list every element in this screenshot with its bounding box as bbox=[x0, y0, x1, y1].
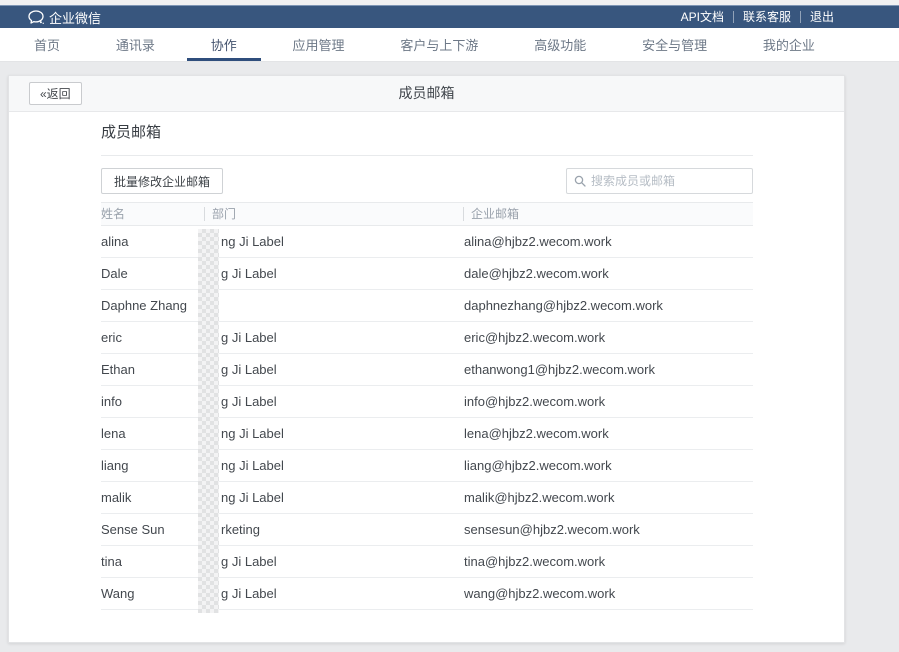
search-input[interactable] bbox=[591, 174, 745, 188]
email-cell: ethanwong1@hjbz2.wecom.work bbox=[463, 362, 753, 377]
email-cell: info@hjbz2.wecom.work bbox=[463, 394, 753, 409]
email-cell: eric@hjbz2.wecom.work bbox=[463, 330, 753, 345]
section-heading: 成员邮箱 bbox=[101, 112, 753, 156]
batch-edit-email-button[interactable]: 批量修改企业邮箱 bbox=[101, 168, 223, 194]
redaction-blur bbox=[198, 229, 219, 613]
department-cell: ng Ji Label bbox=[204, 234, 463, 249]
email-cell: lena@hjbz2.wecom.work bbox=[463, 426, 753, 441]
department-cell: ng Ji Label bbox=[204, 458, 463, 473]
panel-content: 成员邮箱 批量修改企业邮箱 姓名部门企业邮箱 alina ng Ji Label… bbox=[9, 112, 844, 610]
column-header: 姓名 bbox=[101, 203, 204, 225]
nav-tab-my-company[interactable]: 我的企业 bbox=[739, 28, 839, 61]
email-cell: dale@hjbz2.wecom.work bbox=[463, 266, 753, 281]
table-header-row: 姓名部门企业邮箱 bbox=[101, 202, 753, 226]
main-nav: 首页通讯录协作应用管理客户与上下游高级功能安全与管理我的企业 bbox=[0, 28, 899, 62]
email-cell: malik@hjbz2.wecom.work bbox=[463, 490, 753, 505]
email-cell: alina@hjbz2.wecom.work bbox=[463, 234, 753, 249]
logo-text: 企业微信 bbox=[49, 8, 101, 27]
topbar-link-logout[interactable]: 退出 bbox=[800, 11, 843, 23]
member-name-cell: eric bbox=[101, 330, 204, 345]
department-cell: g Ji Label bbox=[204, 586, 463, 601]
email-cell: wang@hjbz2.wecom.work bbox=[463, 586, 753, 601]
email-cell: daphnezhang@hjbz2.wecom.work bbox=[463, 298, 753, 313]
member-name-cell: Ethan bbox=[101, 362, 204, 377]
column-header: 企业邮箱 bbox=[463, 203, 753, 225]
nav-tab-contacts[interactable]: 通讯录 bbox=[92, 28, 179, 61]
back-button[interactable]: «返回 bbox=[29, 82, 82, 105]
chat-bubble-icon bbox=[28, 10, 44, 24]
member-name-cell: alina bbox=[101, 234, 204, 249]
member-name-cell: Wang bbox=[101, 586, 204, 601]
search-icon bbox=[574, 175, 586, 187]
member-name-cell: malik bbox=[101, 490, 204, 505]
member-name-cell: Sense Sun bbox=[101, 522, 204, 537]
toolbar: 批量修改企业邮箱 bbox=[101, 168, 753, 194]
topbar-link-contact-support[interactable]: 联系客服 bbox=[733, 11, 800, 23]
department-cell: g Ji Label bbox=[204, 362, 463, 377]
top-bar: 企业微信 API文档联系客服退出 bbox=[0, 5, 899, 28]
member-name-cell: Daphne Zhang bbox=[101, 298, 204, 313]
department-cell: g Ji Label bbox=[204, 554, 463, 569]
member-mailbox-panel: «返回 成员邮箱 成员邮箱 批量修改企业邮箱 姓名部门企业邮箱 alina ng… bbox=[8, 75, 845, 643]
nav-tab-security-management[interactable]: 安全与管理 bbox=[618, 28, 731, 61]
email-cell: tina@hjbz2.wecom.work bbox=[463, 554, 753, 569]
wecom-logo[interactable]: 企业微信 bbox=[28, 8, 101, 27]
nav-tab-advanced-features[interactable]: 高级功能 bbox=[510, 28, 610, 61]
member-table: 姓名部门企业邮箱 alina ng Ji Label alina@hjbz2.w… bbox=[101, 202, 753, 610]
member-name-cell: info bbox=[101, 394, 204, 409]
department-cell: g Ji Label bbox=[204, 394, 463, 409]
department-cell: ng Ji Label bbox=[204, 490, 463, 505]
member-name-cell: lena bbox=[101, 426, 204, 441]
nav-tab-home[interactable]: 首页 bbox=[10, 28, 84, 61]
nav-tab-customers[interactable]: 客户与上下游 bbox=[376, 28, 502, 61]
search-box bbox=[566, 168, 753, 194]
member-name-cell: Dale bbox=[101, 266, 204, 281]
email-cell: liang@hjbz2.wecom.work bbox=[463, 458, 753, 473]
topbar-links: API文档联系客服退出 bbox=[672, 11, 843, 23]
nav-tab-collaboration[interactable]: 协作 bbox=[187, 28, 261, 61]
department-cell: ng Ji Label bbox=[204, 426, 463, 441]
page-title: 成员邮箱 bbox=[9, 76, 844, 111]
member-name-cell: tina bbox=[101, 554, 204, 569]
panel-header: «返回 成员邮箱 bbox=[9, 76, 844, 112]
member-name-cell: liang bbox=[101, 458, 204, 473]
column-header: 部门 bbox=[204, 203, 463, 225]
topbar-link-api-docs[interactable]: API文档 bbox=[672, 11, 733, 23]
department-cell: g Ji Label bbox=[204, 330, 463, 345]
email-cell: sensesun@hjbz2.wecom.work bbox=[463, 522, 753, 537]
department-cell: g Ji Label bbox=[204, 266, 463, 281]
nav-tab-app-management[interactable]: 应用管理 bbox=[269, 28, 369, 61]
department-cell: rketing bbox=[204, 522, 463, 537]
